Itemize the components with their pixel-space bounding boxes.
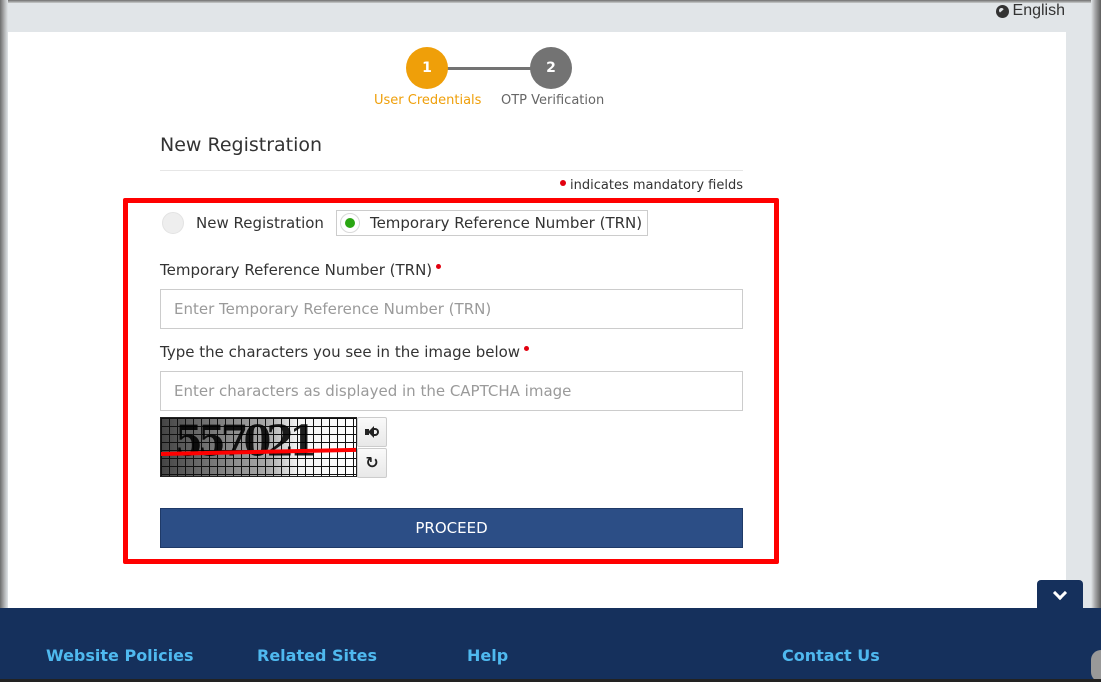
radio-trn-label: Temporary Reference Number (TRN)	[369, 214, 643, 232]
refresh-icon: ↻	[365, 453, 379, 472]
captcha-image-text: 557021	[175, 417, 317, 467]
captcha-refresh-button[interactable]: ↻	[357, 448, 387, 478]
captcha-audio-button[interactable]	[357, 417, 387, 447]
step-1-label: User Credentials	[374, 93, 482, 108]
captcha-label-text: Type the characters you see in the image…	[160, 343, 521, 361]
scroll-toggle-button[interactable]	[1037, 580, 1083, 610]
footer-link-help[interactable]: Help	[467, 646, 508, 665]
step-2-circle: 2	[530, 47, 572, 89]
globe-icon	[995, 4, 1009, 18]
step-2-label: OTP Verification	[501, 93, 605, 108]
language-selector[interactable]: English	[995, 2, 1065, 20]
corner-widget[interactable]	[1091, 650, 1101, 682]
captcha-image: 557021	[160, 417, 357, 477]
trn-input[interactable]	[160, 289, 743, 329]
radio-trn[interactable]: Temporary Reference Number (TRN)	[335, 210, 649, 236]
captcha-input[interactable]	[160, 371, 743, 411]
page-title: New Registration	[160, 134, 323, 156]
speaker-icon	[365, 426, 379, 438]
radio-unselected-icon[interactable]	[162, 212, 184, 234]
registration-type-radio-group: New Registration Temporary Reference Num…	[162, 210, 649, 236]
radio-new-registration[interactable]: New Registration	[162, 212, 324, 234]
main-panel: 1 2 User Credentials OTP Verification Ne…	[8, 32, 1066, 608]
footer-link-website-policies[interactable]: Website Policies	[46, 646, 194, 665]
window-frame-left	[0, 0, 8, 682]
footer: Website Policies Related Sites Help Cont…	[0, 608, 1101, 682]
chevron-down-icon	[1052, 585, 1068, 600]
mandatory-dot-icon	[560, 180, 567, 186]
footer-link-related-sites[interactable]: Related Sites	[257, 646, 377, 665]
required-dot-icon	[524, 346, 530, 351]
required-dot-icon	[436, 264, 442, 269]
captcha-field-label: Type the characters you see in the image…	[160, 343, 530, 361]
mandatory-note-text: indicates mandatory fields	[570, 178, 743, 193]
radio-new-registration-label: New Registration	[196, 214, 324, 232]
title-divider	[160, 170, 743, 171]
window-frame-top	[0, 0, 1101, 3]
step-1-circle: 1	[406, 47, 448, 89]
window-frame-right	[1091, 0, 1101, 682]
stepper-connector	[446, 67, 532, 70]
footer-link-contact-us[interactable]: Contact Us	[782, 646, 880, 665]
proceed-button[interactable]: PROCEED	[160, 508, 743, 548]
radio-selected-icon[interactable]	[339, 213, 360, 233]
mandatory-note: indicates mandatory fields	[560, 178, 743, 193]
trn-field-label: Temporary Reference Number (TRN)	[160, 261, 442, 279]
language-label: English	[1012, 2, 1065, 19]
trn-label-text: Temporary Reference Number (TRN)	[160, 261, 433, 279]
